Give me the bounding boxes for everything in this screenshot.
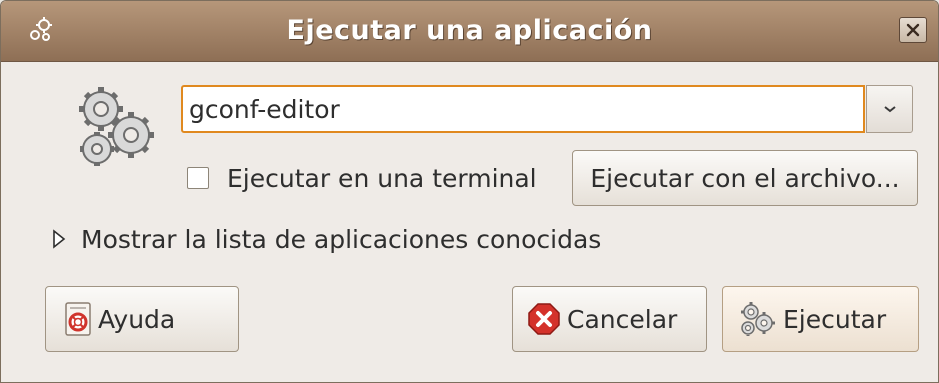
help-label: Ayuda: [98, 304, 176, 334]
combo-dropdown-button[interactable]: [866, 85, 913, 133]
window-title: Ejecutar una aplicación: [286, 15, 653, 46]
command-input[interactable]: [181, 85, 865, 133]
gears-icon: [79, 87, 154, 166]
run-with-file-button[interactable]: Ejecutar con el archivo...: [572, 150, 918, 206]
cancel-icon: [528, 303, 560, 335]
titlebar[interactable]: Ejecutar una aplicación: [1, 1, 938, 62]
run-in-terminal-checkbox[interactable]: [187, 167, 209, 189]
help-button[interactable]: Ayuda: [45, 286, 239, 352]
close-button[interactable]: [899, 17, 927, 43]
run-label: Ejecutar: [783, 304, 887, 334]
run-with-file-label: Ejecutar con el archivo...: [590, 163, 900, 193]
help-icon: [65, 302, 91, 336]
expander-label: Mostrar la lista de aplicaciones conocid…: [81, 224, 602, 254]
run-in-terminal-option[interactable]: Ejecutar en una terminal: [187, 158, 537, 198]
known-applications-expander[interactable]: Mostrar la lista de aplicaciones conocid…: [51, 222, 601, 256]
cancel-label: Cancelar: [567, 304, 678, 334]
run-application-dialog: Ejecutar una aplicación gconf-editor Eje…: [0, 0, 939, 383]
triangle-right-icon: [53, 229, 66, 249]
cancel-button[interactable]: Cancelar: [512, 286, 707, 352]
run-in-terminal-label[interactable]: Ejecutar en una terminal: [227, 164, 537, 193]
close-icon: [906, 23, 920, 37]
gears-icon: [741, 302, 775, 336]
run-button[interactable]: Ejecutar: [722, 286, 919, 352]
chevron-down-icon: [883, 106, 896, 113]
command-combobox[interactable]: [181, 85, 913, 133]
